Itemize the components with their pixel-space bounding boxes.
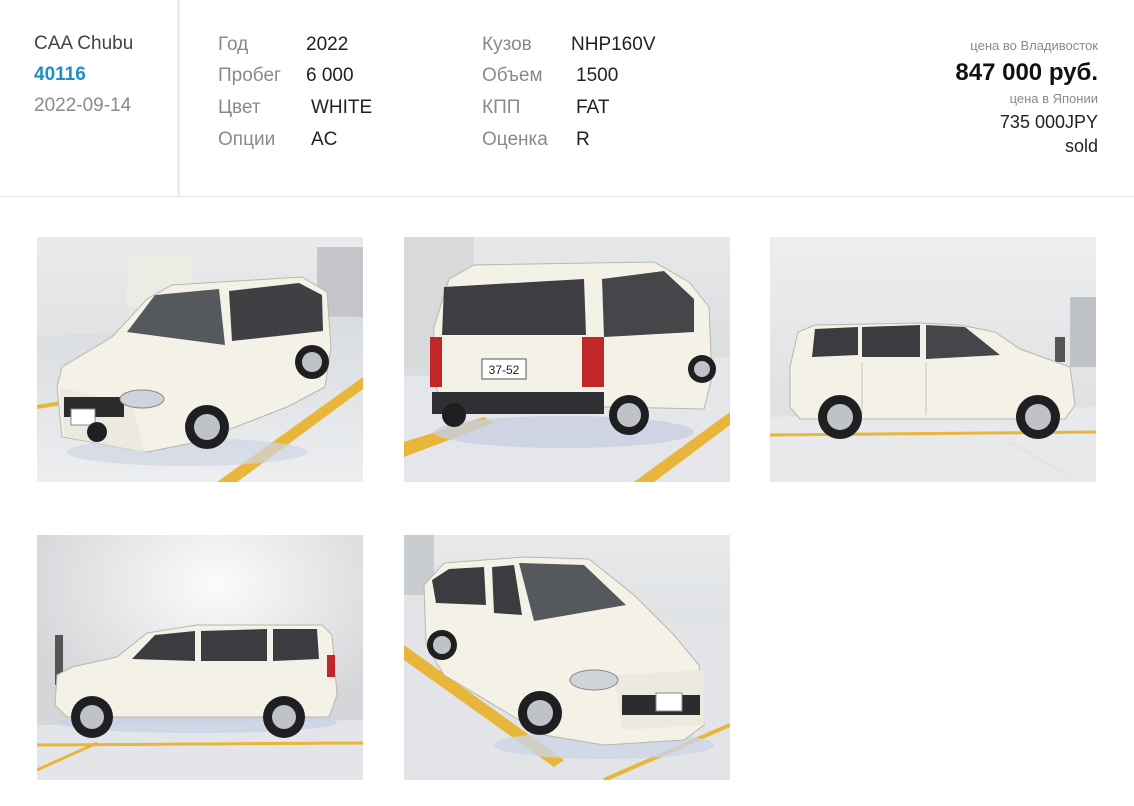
spec-value: AC [311,129,338,150]
spec-label: Опции [218,129,276,150]
auction-name: CAA Chubu [34,33,134,54]
lot-info: CAA Chubu 40116 2022-09-14 [34,34,133,116]
header-divider [177,0,180,197]
price-japan-label: цена в Японии [1009,91,1098,106]
status-badge: sold [1064,136,1098,156]
spec-value: 1500 [576,65,619,86]
car-photo-front-left[interactable] [37,237,363,482]
car-photo-rear[interactable]: 37-52 [404,237,730,482]
spec-value: WHITE [311,97,373,118]
price-japan-value: 735 000JPY [999,112,1098,132]
spec-label: КПП [482,97,521,118]
lot-number-link[interactable]: 40116 [34,65,133,85]
spec-value: FAT [576,97,610,118]
price-vladivostok-value: 847 000 руб. [955,59,1098,86]
price-vladivostok-label: цена во Владивосток [970,38,1098,53]
car-photo-left-side[interactable] [37,535,363,780]
car-photo-right-side[interactable] [770,237,1096,482]
spec-label: Объем [482,65,543,86]
spec-label: Оценка [482,129,548,150]
spec-label: Год [218,34,249,55]
svg-text:37-52: 37-52 [489,363,520,377]
spec-value: NHP160V [571,34,656,55]
lot-header: CAA Chubu 40116 2022-09-14 Год 2022 Проб… [0,0,1134,197]
auction-date: 2022-09-14 [34,95,132,116]
spec-value: 6 000 [306,65,354,86]
spec-value: 2022 [306,34,349,55]
spec-value: R [576,129,590,150]
spec-label: Кузов [482,34,532,55]
car-photo-front-right[interactable] [404,535,730,780]
spec-label: Цвет [218,97,261,118]
spec-label: Пробег [218,65,281,86]
price-info: цена во Владивосток 847 000 руб. цена в … [955,38,1098,156]
